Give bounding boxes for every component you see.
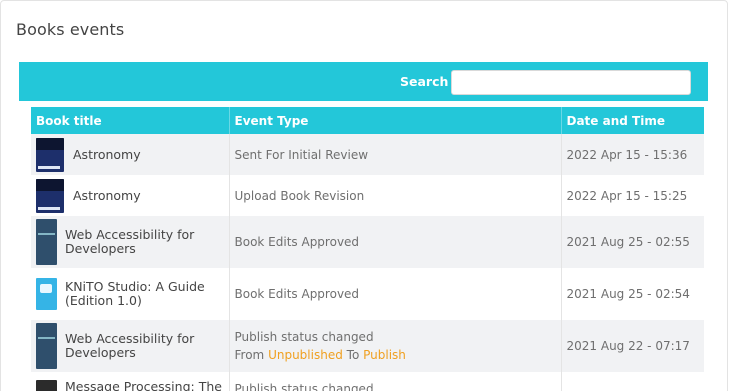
message-processing-cover-icon[interactable] [36, 380, 57, 391]
column-header-date-time[interactable]: Date and Time [561, 107, 704, 134]
book-cell: KNiTO Studio: A Guide (Edition 1.0) [31, 268, 230, 320]
column-header-book-title[interactable]: Book title [31, 107, 230, 134]
book-title-link[interactable]: Web Accessibility for Developers [65, 332, 224, 360]
book-title-link[interactable]: KNiTO Studio: A Guide (Edition 1.0) [65, 280, 224, 308]
table-row[interactable]: KNiTO Studio: A Guide (Edition 1.0) Book… [31, 268, 704, 320]
date-time-cell [561, 372, 704, 391]
table-row[interactable]: Message Processing: The Publish status c… [31, 372, 704, 391]
book-cell: Web Accessibility for Developers [31, 320, 230, 372]
event-type-text: Publish status changed [234, 330, 374, 344]
astronomy-cover-icon[interactable] [36, 178, 64, 213]
table-row[interactable]: Web Accessibility for Developers Book Ed… [31, 216, 704, 268]
knito-cover-icon[interactable] [36, 278, 57, 310]
books-events-table-wrapper: Book title Event Type Date and Time Astr… [31, 107, 704, 391]
book-title-link[interactable]: Astronomy [73, 188, 141, 203]
date-time-cell: 2021 Aug 25 - 02:55 [561, 216, 704, 268]
table-row[interactable]: Web Accessibility for Developers Publish… [31, 320, 704, 372]
publish-status-change: From Unpublished To Publish [235, 346, 556, 364]
date-time-cell: 2022 Apr 15 - 15:25 [561, 175, 704, 216]
table-row[interactable]: Astronomy Upload Book Revision 2022 Apr … [31, 175, 704, 216]
event-type-cell: Sent For Initial Review [229, 134, 562, 175]
book-cell: Astronomy [31, 175, 230, 216]
book-cell: Astronomy [31, 134, 230, 175]
book-title-link[interactable]: Message Processing: The [65, 380, 222, 391]
search-bar: Search [19, 62, 708, 101]
date-time-cell: 2021 Aug 22 - 07:17 [561, 320, 704, 372]
table-header-row: Book title Event Type Date and Time [31, 107, 704, 134]
table-row[interactable]: Astronomy Sent For Initial Review 2022 A… [31, 134, 704, 175]
books-events-table: Book title Event Type Date and Time Astr… [31, 107, 704, 391]
date-time-cell: 2021 Aug 25 - 02:54 [561, 268, 704, 320]
book-cell: Message Processing: The [31, 372, 230, 391]
column-header-event-type[interactable]: Event Type [229, 107, 562, 134]
from-label: From [234, 348, 265, 362]
event-type-cell: Upload Book Revision [229, 175, 562, 216]
search-input[interactable] [451, 70, 691, 95]
to-label: To [346, 348, 360, 362]
search-label: Search [400, 74, 449, 89]
event-type-cell: Book Edits Approved [229, 216, 562, 268]
event-type-cell: Publish status changed [229, 372, 562, 391]
event-type-cell: Publish status changed From Unpublished … [229, 320, 562, 372]
from-status-value: Unpublished [268, 348, 343, 362]
date-time-cell: 2022 Apr 15 - 15:36 [561, 134, 704, 175]
card-title: Books events [16, 20, 125, 39]
book-title-link[interactable]: Web Accessibility for Developers [65, 228, 224, 256]
event-type-cell: Book Edits Approved [229, 268, 562, 320]
book-cell: Web Accessibility for Developers [31, 216, 230, 268]
to-status-value: Publish [363, 348, 406, 362]
web-accessibility-cover-icon[interactable] [36, 323, 57, 369]
book-title-link[interactable]: Astronomy [73, 147, 141, 162]
astronomy-cover-icon[interactable] [36, 137, 64, 172]
web-accessibility-cover-icon[interactable] [36, 219, 57, 265]
